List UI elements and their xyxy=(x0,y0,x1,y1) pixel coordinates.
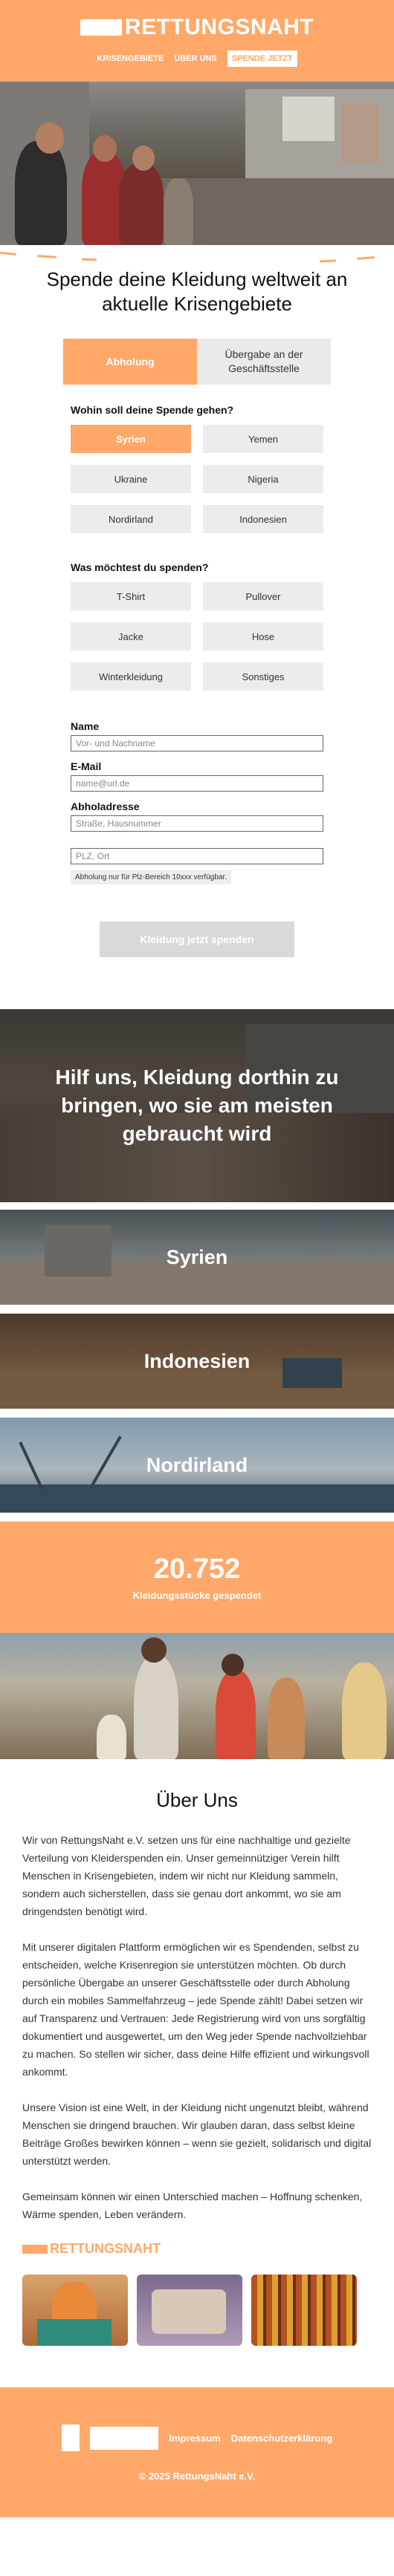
email-field[interactable] xyxy=(71,775,323,792)
destination-question: Wohin soll deine Spende gehen? xyxy=(71,404,234,416)
clothing-option-jacke[interactable]: Jacke xyxy=(71,622,191,650)
about-title: Über Uns xyxy=(156,1789,238,1811)
region-label-indonesien: Indonesien xyxy=(143,1349,251,1372)
address-label: Abholadresse xyxy=(71,800,140,812)
region-label-nordirland: Nordirland xyxy=(146,1453,248,1476)
about-section: Über Uns Wir von RettungsNaht e.V. setze… xyxy=(0,1759,394,2257)
clothing-option-winterkleidung[interactable]: Winterkleidung xyxy=(71,662,191,691)
zip-city-field[interactable] xyxy=(71,848,323,864)
toggle-abholung[interactable]: Abholung xyxy=(63,339,197,385)
region-card-indonesien[interactable]: Indonesien xyxy=(0,1314,394,1409)
footer-logo-icon[interactable] xyxy=(61,2425,80,2451)
decorative-divider xyxy=(0,245,394,267)
hero-image xyxy=(0,82,394,245)
main-nav: KRISENGEBIETE ÜBER UNS SPENDE JETZT xyxy=(97,50,297,67)
clothing-options: T-Shirt Pullover Jacke Hose Winterkleidu… xyxy=(63,582,331,691)
region-label-syrien: Syrien xyxy=(166,1245,228,1268)
gallery-image-1 xyxy=(22,2275,128,2346)
clothing-option-pullover[interactable]: Pullover xyxy=(203,582,323,610)
clothing-option-tshirt[interactable]: T-Shirt xyxy=(71,582,191,610)
page-title: Spende deine Kleidung weltweit an aktuel… xyxy=(46,268,348,315)
about-logo-bar-icon xyxy=(22,2244,48,2254)
about-paragraph-2: Mit unserer digitalen Plattform ermöglic… xyxy=(22,1941,369,2078)
submit-donation-button[interactable]: Kleidung jetzt spenden xyxy=(100,922,294,957)
image-gallery xyxy=(0,2257,394,2346)
destination-option-ukraine[interactable]: Ukraine xyxy=(71,465,191,493)
mission-banner-text: Hilf uns, Kleidung dorthin zu bringen, w… xyxy=(55,1066,339,1145)
logo-text: RETTUNGSNAHT xyxy=(124,15,314,39)
people-image xyxy=(0,1633,394,1759)
about-paragraph-3: Unsere Vision ist eine Welt, in der Klei… xyxy=(22,2101,372,2167)
destination-option-nordirland[interactable]: Nordirland xyxy=(71,505,191,533)
about-paragraph-4: Gemeinsam können wir einen Unterschied m… xyxy=(22,2191,363,2220)
email-label: E-Mail xyxy=(71,760,102,772)
delivery-toggle: Abholung Übergabe an der Geschäftsstelle xyxy=(63,339,331,385)
pickup-note: Abholung nur für Plz-Bereich 10xxx verfü… xyxy=(71,870,231,884)
destination-option-syrien[interactable]: Syrien xyxy=(71,425,191,453)
destination-option-yemen[interactable]: Yemen xyxy=(203,425,323,453)
mission-banner: Hilf uns, Kleidung dorthin zu bringen, w… xyxy=(0,1009,394,1202)
name-label: Name xyxy=(71,720,100,732)
stats-label: Kleidungsstücke gespendet xyxy=(132,1590,262,1601)
nav-link-krisengebiete[interactable]: KRISENGEBIETE xyxy=(97,54,164,63)
about-logo-text: RETTUNGSNAHT xyxy=(50,2241,161,2256)
clothing-option-hose[interactable]: Hose xyxy=(203,622,323,650)
site-footer: Spende jetzt Impressum Datenschutzerklär… xyxy=(0,2387,394,2517)
stats-number: 20.752 xyxy=(153,1553,241,1585)
footer-cta-spende-jetzt[interactable]: Spende jetzt xyxy=(89,2426,159,2450)
street-field[interactable] xyxy=(71,815,323,832)
clothing-question: Was möchtest du spenden? xyxy=(71,561,209,573)
region-card-nordirland[interactable]: Nordirland xyxy=(0,1418,394,1513)
toggle-uebergabe[interactable]: Übergabe an der Geschäftsstelle xyxy=(197,339,331,385)
site-logo[interactable]: RETTUNGSNAHT xyxy=(80,15,314,40)
site-header: RETTUNGSNAHT KRISENGEBIETE ÜBER UNS SPEN… xyxy=(0,0,394,82)
gallery-image-3 xyxy=(251,2275,357,2346)
nav-link-ueber-uns[interactable]: ÜBER UNS xyxy=(174,54,216,63)
gallery-image-2 xyxy=(137,2275,242,2346)
footer-link-datenschutz[interactable]: Datenschutzerklärung xyxy=(231,2433,333,2444)
destination-option-nigeria[interactable]: Nigeria xyxy=(203,465,323,493)
donation-stats: 20.752 Kleidungsstücke gespendet xyxy=(0,1522,394,1633)
footer-link-impressum[interactable]: Impressum xyxy=(169,2433,220,2444)
about-paragraph-1: Wir von RettungsNaht e.V. setzen uns für… xyxy=(22,1834,351,1917)
about-logo: RETTUNGSNAHT xyxy=(22,2241,372,2257)
footer-nav: Spende jetzt Impressum Datenschutzerklär… xyxy=(61,2425,333,2451)
name-field[interactable] xyxy=(71,735,323,751)
destination-options: Syrien Yemen Ukraine Nigeria Nordirland … xyxy=(63,425,331,533)
donation-form: Abholung Übergabe an der Geschäftsstelle… xyxy=(63,339,331,957)
copyright: © 2025 RettungsNaht e.V. xyxy=(138,2471,256,2482)
nav-cta-spende-jetzt[interactable]: SPENDE JETZT xyxy=(227,50,297,67)
region-card-syrien[interactable]: Syrien xyxy=(0,1210,394,1305)
clothing-option-sonstiges[interactable]: Sonstiges xyxy=(203,662,323,691)
logo-bar-icon xyxy=(80,19,122,36)
destination-option-indonesien[interactable]: Indonesien xyxy=(203,505,323,533)
